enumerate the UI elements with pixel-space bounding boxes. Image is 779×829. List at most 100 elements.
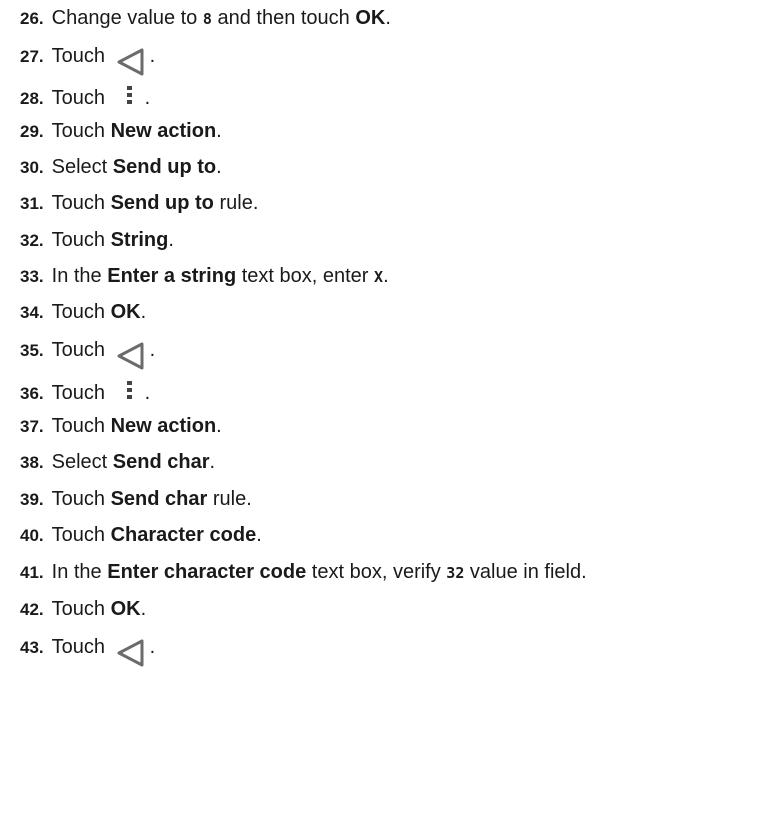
back-triangle-icon	[115, 638, 149, 668]
back-triangle-icon	[115, 47, 149, 77]
step-text-segment: .	[216, 156, 222, 178]
step-number: 38.	[20, 453, 44, 472]
step-text-segment: Touch	[51, 301, 111, 323]
step-32: 32. Touch String.	[20, 228, 174, 253]
step-number: 32.	[20, 231, 44, 250]
step-text-segment: .	[216, 120, 222, 142]
step-text-segment: text box, enter	[236, 265, 375, 287]
step-text: Touch .	[51, 635, 156, 668]
step-text: Touch .	[51, 44, 156, 77]
step-text-segment: Touch	[51, 120, 111, 142]
step-number: 43.	[20, 638, 44, 657]
ui-element-name: Send up to	[110, 192, 214, 214]
step-43: 43. Touch .	[20, 635, 156, 668]
step-text: Touch New action.	[52, 414, 222, 438]
ui-element-name: OK	[110, 301, 141, 323]
step-27: 27. Touch .	[20, 44, 156, 77]
ui-element-name: Send char	[112, 451, 210, 473]
step-number: 36.	[20, 384, 44, 403]
step-text: Touch Character code.	[52, 523, 262, 547]
step-text-segment: rule.	[207, 488, 252, 510]
step-text-segment: Touch	[51, 87, 111, 109]
step-text-segment: Touch	[51, 45, 111, 67]
step-30: 30. Select Send up to.	[20, 155, 222, 180]
step-41: 41. In the Enter character code text box,…	[20, 560, 587, 585]
ui-element-name: OK	[110, 598, 141, 620]
step-text: Touch String.	[52, 228, 174, 252]
overflow-menu-icon	[121, 379, 139, 401]
step-text-segment: rule.	[213, 192, 259, 214]
step-text-segment: In the	[51, 561, 108, 583]
step-28: 28. Touch .	[20, 82, 150, 111]
input-value: 32	[446, 564, 465, 582]
step-text: Touch .	[52, 377, 151, 405]
step-42: 42. Touch OK.	[20, 597, 146, 622]
step-number: 26.	[20, 9, 44, 28]
step-text-segment: .	[144, 382, 151, 404]
step-number: 31.	[20, 194, 44, 213]
ui-element-name: Send char	[110, 488, 208, 510]
step-text-segment: .	[140, 301, 147, 323]
step-text-segment: .	[385, 7, 391, 29]
back-triangle-icon	[115, 341, 149, 371]
step-text: Select Send char.	[52, 450, 215, 474]
step-number: 28.	[20, 89, 44, 108]
step-number: 33.	[20, 267, 44, 286]
step-number: 30.	[20, 158, 44, 177]
step-33: 33. In the Enter a string text box, enter…	[20, 264, 389, 289]
step-29: 29. Touch New action.	[20, 119, 222, 144]
step-text-segment: .	[149, 636, 156, 658]
step-38: 38. Select Send char.	[20, 450, 215, 475]
step-number: 42.	[20, 600, 44, 619]
ui-element-name: New action	[110, 415, 217, 437]
step-text-segment: Touch	[51, 415, 111, 437]
ui-element-name: Character code	[110, 524, 257, 546]
step-number: 34.	[20, 303, 44, 322]
step-36: 36. Touch .	[20, 377, 150, 406]
step-number: 39.	[20, 490, 44, 509]
ui-element-name: Enter a string	[107, 265, 237, 287]
step-35: 35. Touch .	[20, 338, 156, 371]
step-26: 26. Change value to 8 and then touch OK.	[20, 6, 391, 31]
step-40: 40. Touch Character code.	[20, 523, 262, 548]
step-text-segment: Touch	[51, 229, 111, 251]
ui-element-name: Send up to	[112, 156, 217, 178]
ui-element-name: String	[110, 229, 169, 251]
step-text-segment: and then touch	[211, 7, 356, 29]
step-number: 40.	[20, 526, 44, 545]
input-value: X	[374, 268, 384, 286]
step-text: Touch .	[51, 82, 151, 110]
step-text-segment: Touch	[51, 524, 111, 546]
step-text-segment: Touch	[51, 636, 111, 658]
step-text-segment: Touch	[51, 488, 111, 510]
step-31: 31. Touch Send up to rule.	[20, 191, 258, 216]
step-text-segment: .	[256, 524, 262, 546]
step-39: 39. Touch Send char rule.	[20, 487, 252, 512]
overflow-menu-icon	[121, 84, 139, 106]
step-text: In the Enter character code text box, ve…	[52, 560, 587, 585]
step-text-segment: .	[144, 87, 151, 109]
step-text-segment: .	[216, 415, 222, 437]
input-value: 8	[202, 10, 212, 28]
step-number: 37.	[20, 417, 44, 436]
ui-element-name: OK	[355, 7, 386, 29]
step-text-segment: .	[149, 339, 156, 361]
ui-element-name: New action	[110, 120, 217, 142]
step-37: 37. Touch New action.	[20, 414, 222, 439]
step-text-segment: Change value to	[51, 7, 203, 29]
step-text-segment: In the	[51, 265, 108, 287]
step-text-segment: .	[149, 45, 156, 67]
step-text-segment: .	[209, 451, 216, 473]
step-text-segment: Touch	[51, 598, 111, 620]
step-text-segment: text box, verify	[306, 561, 447, 583]
ui-element-name: Enter character code	[107, 561, 307, 583]
step-text-segment: .	[383, 265, 389, 287]
step-text-segment: Select	[51, 451, 113, 473]
step-number: 35.	[20, 341, 44, 360]
step-number: 29.	[20, 122, 44, 141]
step-text: Touch OK.	[52, 597, 147, 621]
step-text: Touch Send up to rule.	[52, 191, 259, 215]
instruction-steps-list: 26. Change value to 8 and then touch OK. 2…	[0, 0, 779, 829]
step-text: Touch OK.	[52, 300, 147, 324]
step-text: Select Send up to.	[52, 155, 222, 179]
